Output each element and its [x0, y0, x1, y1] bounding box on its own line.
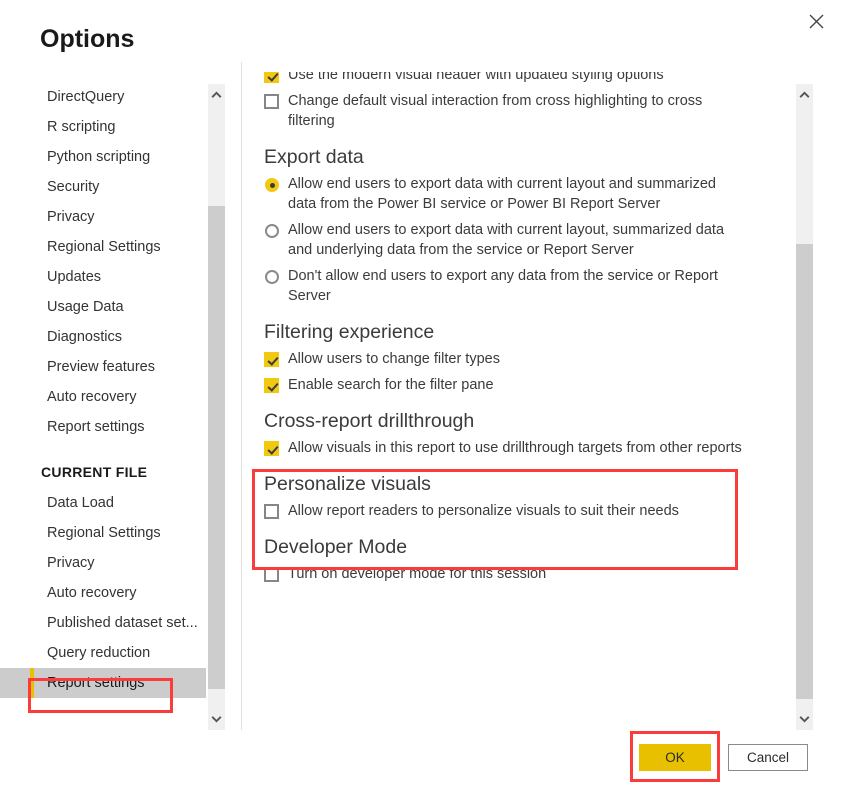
sidebar-item-security[interactable]: Security — [0, 172, 206, 202]
option-label: Allow users to change filter types — [288, 351, 500, 367]
sidebar-item-label: DirectQuery — [47, 89, 125, 105]
sidebar-item-regional-settings[interactable]: Regional Settings — [0, 232, 206, 262]
sidebar-item-report-settings[interactable]: Report settings — [0, 668, 206, 698]
settings-content-pane: Use the modern visual header with update… — [242, 72, 796, 730]
content-scrollbar[interactable] — [796, 84, 813, 730]
option-label: Turn on developer mode for this session — [288, 566, 547, 582]
sidebar-item-label: Report settings — [47, 675, 145, 691]
sidebar-item-label: Auto recovery — [47, 585, 137, 601]
sidebar-item-directquery[interactable]: DirectQuery — [0, 82, 206, 112]
option-row[interactable]: Change default visual interaction from c… — [264, 89, 796, 133]
section-title-filtering-experience: Filtering experience — [264, 321, 435, 343]
option-label: Allow end users to export data with curr… — [288, 176, 716, 212]
sidebar-item-preview-features[interactable]: Preview features — [0, 352, 206, 382]
sidebar-item-label: R scripting — [47, 119, 116, 135]
sidebar-item-r-scripting[interactable]: R scripting — [0, 112, 206, 142]
sidebar-scroll-down-button[interactable] — [208, 708, 225, 730]
close-icon — [809, 14, 824, 29]
option-row[interactable]: Enable search for the filter pane — [264, 373, 796, 397]
sidebar-item-privacy[interactable]: Privacy — [0, 202, 206, 232]
checkbox-allow-visuals-in-this-report-to-use-dril[interactable] — [264, 441, 279, 456]
sidebar-item-label: Privacy — [47, 209, 95, 225]
option-label: Enable search for the filter pane — [288, 377, 494, 393]
sidebar-item-published-dataset-set[interactable]: Published dataset set... — [0, 608, 206, 638]
option-row[interactable]: Allow end users to export data with curr… — [264, 218, 796, 262]
sidebar-item-label: Regional Settings — [47, 239, 161, 255]
sidebar-scroll-up-button[interactable] — [208, 84, 225, 106]
options-sidebar: DirectQuery R scripting Python scripting Se… — [0, 82, 206, 730]
options-dialog: Options DirectQuery R scripting Python scr… — [0, 0, 843, 811]
sidebar-item-report-settings[interactable]: Report settings — [0, 412, 206, 442]
content-scroll-up-button[interactable] — [796, 84, 813, 106]
sidebar-scroll-thumb[interactable] — [208, 206, 225, 689]
option-label: Don't allow end users to export any data… — [288, 268, 718, 304]
sidebar-item-python-scripting[interactable]: Python scripting — [0, 142, 206, 172]
sidebar-item-label: Diagnostics — [47, 329, 122, 345]
radio-allow-end-users-to-export-data-with-curr[interactable] — [265, 178, 279, 192]
checkbox-turn-on-developer-mode-for-this-session[interactable] — [264, 567, 279, 582]
option-label: Use the modern visual header with update… — [288, 72, 664, 83]
chevron-down-icon — [211, 710, 222, 728]
sidebar-item-auto-recovery[interactable]: Auto recovery — [0, 382, 206, 412]
option-row[interactable]: Allow report readers to personalize visu… — [264, 499, 796, 523]
checkbox-allow-users-to-change-filter-types[interactable] — [264, 352, 279, 367]
sidebar-item-label: Python scripting — [47, 149, 151, 165]
sidebar-item-auto-recovery[interactable]: Auto recovery — [0, 578, 206, 608]
sidebar-item-label: Query reduction — [47, 645, 151, 661]
sidebar-item-label: Data Load — [47, 495, 114, 511]
option-row[interactable]: Allow end users to export data with curr… — [264, 172, 796, 216]
sidebar-item-label: Auto recovery — [47, 389, 137, 405]
sidebar-item-label: Privacy — [47, 555, 95, 571]
section-title-developer-mode: Developer Mode — [264, 536, 408, 558]
section-title-personalize-visuals: Personalize visuals — [264, 473, 431, 495]
option-label: Allow report readers to personalize visu… — [288, 503, 679, 519]
sidebar-item-privacy[interactable]: Privacy — [0, 548, 206, 578]
page-title: Options — [40, 25, 135, 53]
sidebar-item-label: Updates — [47, 269, 102, 285]
option-row[interactable]: Use the modern visual header with update… — [264, 72, 796, 87]
sidebar-item-label: Report settings — [47, 419, 145, 435]
cancel-button[interactable]: Cancel — [728, 744, 808, 771]
option-row[interactable]: Don't allow end users to export any data… — [264, 264, 796, 308]
sidebar-item-usage-data[interactable]: Usage Data — [0, 292, 206, 322]
close-button[interactable] — [795, 4, 837, 38]
sidebar-scrollbar[interactable] — [208, 84, 225, 730]
sidebar-item-regional-settings[interactable]: Regional Settings — [0, 518, 206, 548]
sidebar-item-query-reduction[interactable]: Query reduction — [0, 638, 206, 668]
section-title-export-data: Export data — [264, 146, 364, 168]
checkbox-enable-search-for-the-filter-pane[interactable] — [264, 378, 279, 393]
sidebar-item-label: Preview features — [47, 359, 155, 375]
chevron-down-icon — [799, 710, 810, 728]
sidebar-item-data-load[interactable]: Data Load — [0, 488, 206, 518]
checkbox-allow-report-readers-to-personalize-visu[interactable] — [264, 504, 279, 519]
section-title-cross-report-drillthrough: Cross-report drillthrough — [264, 410, 475, 432]
chevron-up-icon — [799, 86, 810, 104]
sidebar-item-label: Regional Settings — [47, 525, 161, 541]
radio-don-t-allow-end-users-to-export-any-data[interactable] — [265, 270, 279, 284]
option-row[interactable]: Turn on developer mode for this session — [264, 562, 796, 586]
option-label: Allow end users to export data with curr… — [288, 222, 725, 258]
sidebar-section-current-file: CURRENT FILE — [41, 464, 148, 480]
sidebar-item-updates[interactable]: Updates — [0, 262, 206, 292]
option-row[interactable]: Allow visuals in this report to use dril… — [264, 436, 796, 460]
option-row[interactable]: Allow users to change filter types — [264, 347, 796, 371]
sidebar-item-label: Usage Data — [47, 299, 124, 315]
radio-allow-end-users-to-export-data-with-curr[interactable] — [265, 224, 279, 238]
option-label: Allow visuals in this report to use dril… — [288, 440, 742, 456]
chevron-up-icon — [211, 86, 222, 104]
content-scroll-down-button[interactable] — [796, 708, 813, 730]
checkbox-use-the-modern-visual-header-with-update[interactable] — [264, 72, 279, 83]
sidebar-item-label: Security — [47, 179, 100, 195]
checkbox-change-default-visual-interaction-from-c[interactable] — [264, 94, 279, 109]
sidebar-item-label: Published dataset set... — [47, 615, 198, 631]
ok-button[interactable]: OK — [639, 744, 711, 771]
sidebar-item-diagnostics[interactable]: Diagnostics — [0, 322, 206, 352]
content-scroll-thumb[interactable] — [796, 244, 813, 699]
option-label: Change default visual interaction from c… — [288, 93, 703, 129]
